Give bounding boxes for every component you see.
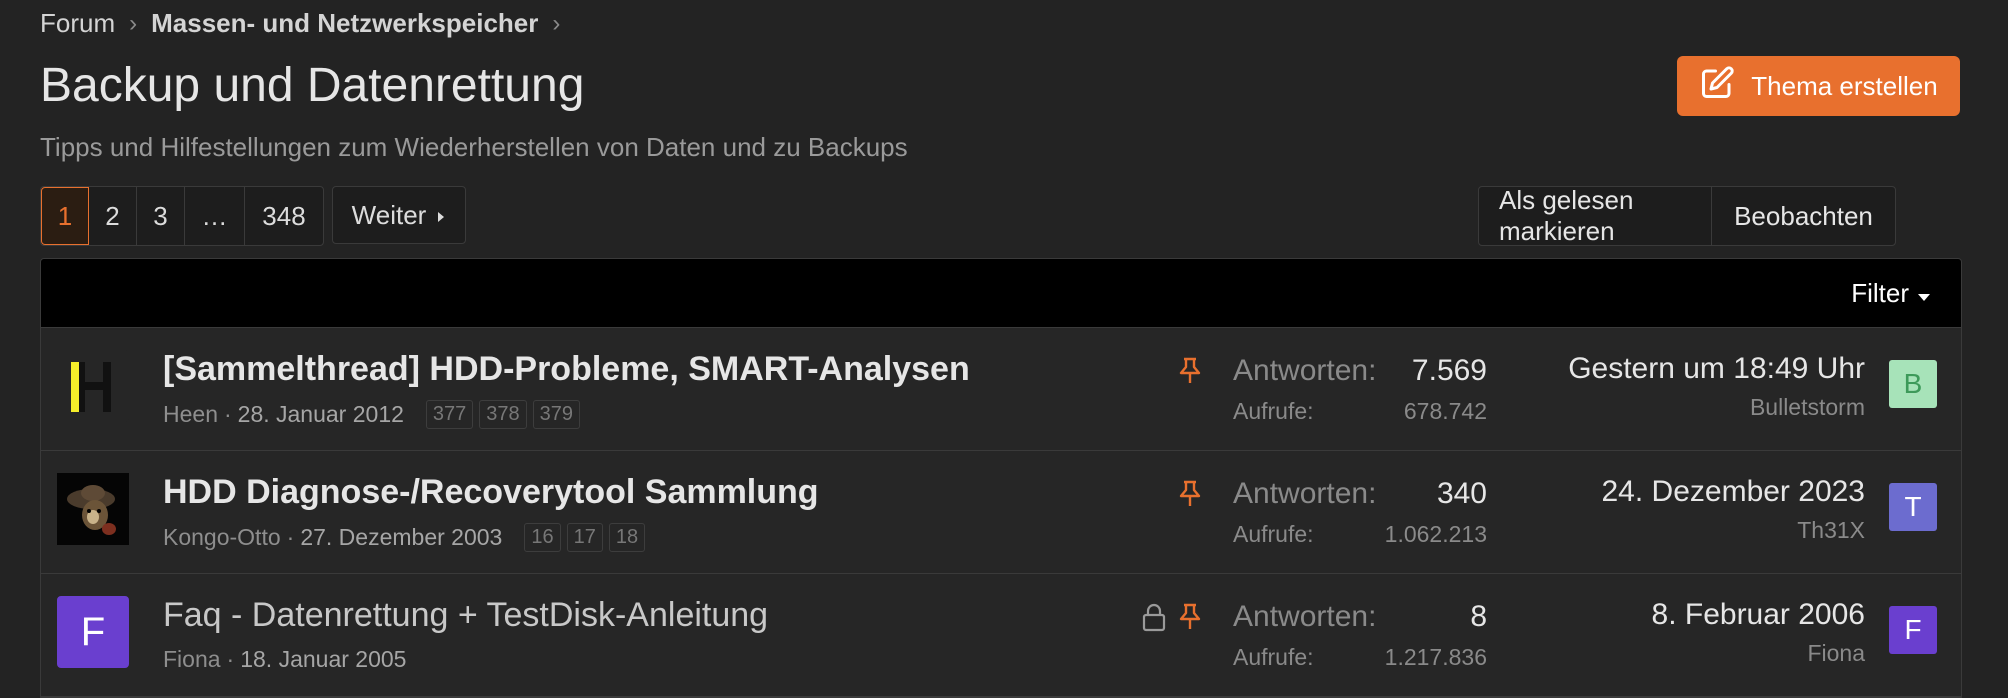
thread-page-link[interactable]: 379 <box>532 400 581 429</box>
thread-date[interactable]: 27. Dezember 2003 <box>300 524 502 551</box>
pin-icon <box>1177 356 1203 391</box>
thread-page-link[interactable]: 378 <box>479 400 527 429</box>
last-post-user[interactable]: Th31X <box>1797 517 1865 544</box>
thread-meta: Fiona · 18. Januar 2005 <box>163 646 406 673</box>
thread-page-link[interactable]: 17 <box>566 523 603 552</box>
last-poster-avatar[interactable]: T <box>1889 483 1937 531</box>
last-post-date[interactable]: 24. Dezember 2023 <box>1602 475 1866 509</box>
breadcrumb-forum[interactable]: Forum <box>40 8 115 39</box>
replies-count: 340 <box>1436 477 1487 510</box>
replies-label: Antworten: <box>1233 600 1377 633</box>
caret-right-icon <box>436 200 446 231</box>
replies-count: 7.569 <box>1411 354 1487 387</box>
pagination: 1 2 3 … 348 Weiter <box>40 186 466 246</box>
page-2-button[interactable]: 2 <box>89 187 137 245</box>
meta-separator: · <box>223 401 232 427</box>
thread-list: Filter [Sammelthread] HDD-Probleme, SMAR… <box>40 258 1962 698</box>
page-numbers: 1 2 3 … 348 <box>40 186 324 246</box>
thread-row[interactable]: HDD Diagnose-/Recoverytool Sammlung Kong… <box>41 451 1961 574</box>
filter-label: Filter <box>1851 277 1909 308</box>
thread-title[interactable]: [Sammelthread] HDD-Probleme, SMART-Analy… <box>163 350 970 389</box>
page-last-button[interactable]: 348 <box>245 187 323 245</box>
author-avatar[interactable] <box>57 473 129 545</box>
last-post-date[interactable]: Gestern um 18:49 Uhr <box>1568 352 1865 386</box>
page-description: Tipps und Hilfestellungen zum Wiederhers… <box>40 132 908 162</box>
thread-date[interactable]: 18. Januar 2005 <box>240 646 406 673</box>
page-ellipsis-button[interactable]: … <box>185 187 245 245</box>
thread-page-link[interactable]: 18 <box>608 523 646 552</box>
views-label: Aufrufe: <box>1233 521 1314 547</box>
views-count: 1.217.836 <box>1384 644 1487 670</box>
page-3-button[interactable]: 3 <box>137 187 185 245</box>
thread-date[interactable]: 28. Januar 2012 <box>238 401 404 428</box>
replies-count: 8 <box>1470 600 1487 633</box>
views-count: 1.062.213 <box>1384 521 1487 547</box>
replies-label: Antworten: <box>1233 477 1377 510</box>
edit-icon <box>1699 65 1735 108</box>
views-label: Aufrufe: <box>1233 644 1314 670</box>
page-1-button[interactable]: 1 <box>41 187 89 245</box>
thread-author[interactable]: Kongo-Otto <box>163 524 281 551</box>
pin-icon <box>1177 602 1203 637</box>
thread-title[interactable]: HDD Diagnose-/Recoverytool Sammlung <box>163 473 819 512</box>
last-post-user[interactable]: Bulletstorm <box>1750 394 1865 421</box>
last-poster-avatar[interactable]: B <box>1889 360 1937 408</box>
last-poster-avatar[interactable]: F <box>1889 606 1937 654</box>
breadcrumb: Forum › Massen- und Netzwerkspeicher › <box>40 8 574 39</box>
thread-page-links: 16 17 18 <box>524 523 646 552</box>
replies-label: Antworten: <box>1233 354 1377 387</box>
thread-author[interactable]: Heen <box>163 401 218 428</box>
author-avatar[interactable] <box>57 350 129 422</box>
thread-meta: Kongo-Otto · 27. Dezember 2003 16 17 18 <box>163 523 646 552</box>
filter-bar: Filter <box>41 259 1961 328</box>
views-count: 678.742 <box>1403 398 1487 424</box>
next-page-button[interactable]: Weiter <box>332 186 466 244</box>
page-title: Backup und Datenrettung <box>40 59 585 112</box>
meta-separator: · <box>226 646 235 672</box>
next-label: Weiter <box>351 199 427 230</box>
thread-page-links: 377 378 379 <box>425 400 581 429</box>
create-thread-button[interactable]: Thema erstellen <box>1677 56 1960 116</box>
author-avatar[interactable]: F <box>57 596 129 668</box>
mark-read-button[interactable]: Als gelesen markieren <box>1479 185 1711 246</box>
views-label: Aufrufe: <box>1233 398 1314 424</box>
pin-icon <box>1177 479 1203 514</box>
last-post-date[interactable]: 8. Februar 2006 <box>1652 598 1865 632</box>
lock-icon <box>1141 602 1167 637</box>
filter-button[interactable]: Filter <box>1851 278 1931 309</box>
chevron-right-icon: › <box>129 9 138 37</box>
last-post-user[interactable]: Fiona <box>1807 640 1865 667</box>
thread-meta: Heen · 28. Januar 2012 377 378 379 <box>163 400 581 429</box>
watch-button[interactable]: Beobachten <box>1711 187 1895 245</box>
caret-down-icon <box>1917 278 1931 309</box>
thread-page-link[interactable]: 377 <box>425 400 474 429</box>
breadcrumb-category[interactable]: Massen- und Netzwerkspeicher <box>151 8 538 39</box>
meta-separator: · <box>286 524 295 550</box>
thread-row[interactable]: F Faq - Datenrettung + TestDisk-Anleitun… <box>41 574 1961 697</box>
chevron-right-icon: › <box>552 9 561 37</box>
thread-actions: Als gelesen markieren Beobachten <box>1478 185 1896 246</box>
thread-row[interactable]: [Sammelthread] HDD-Probleme, SMART-Analy… <box>41 328 1961 451</box>
create-thread-label: Thema erstellen <box>1751 70 1938 101</box>
thread-author[interactable]: Fiona <box>163 646 221 673</box>
thread-page-link[interactable]: 16 <box>524 523 561 552</box>
thread-title[interactable]: Faq - Datenrettung + TestDisk-Anleitung <box>163 596 768 635</box>
